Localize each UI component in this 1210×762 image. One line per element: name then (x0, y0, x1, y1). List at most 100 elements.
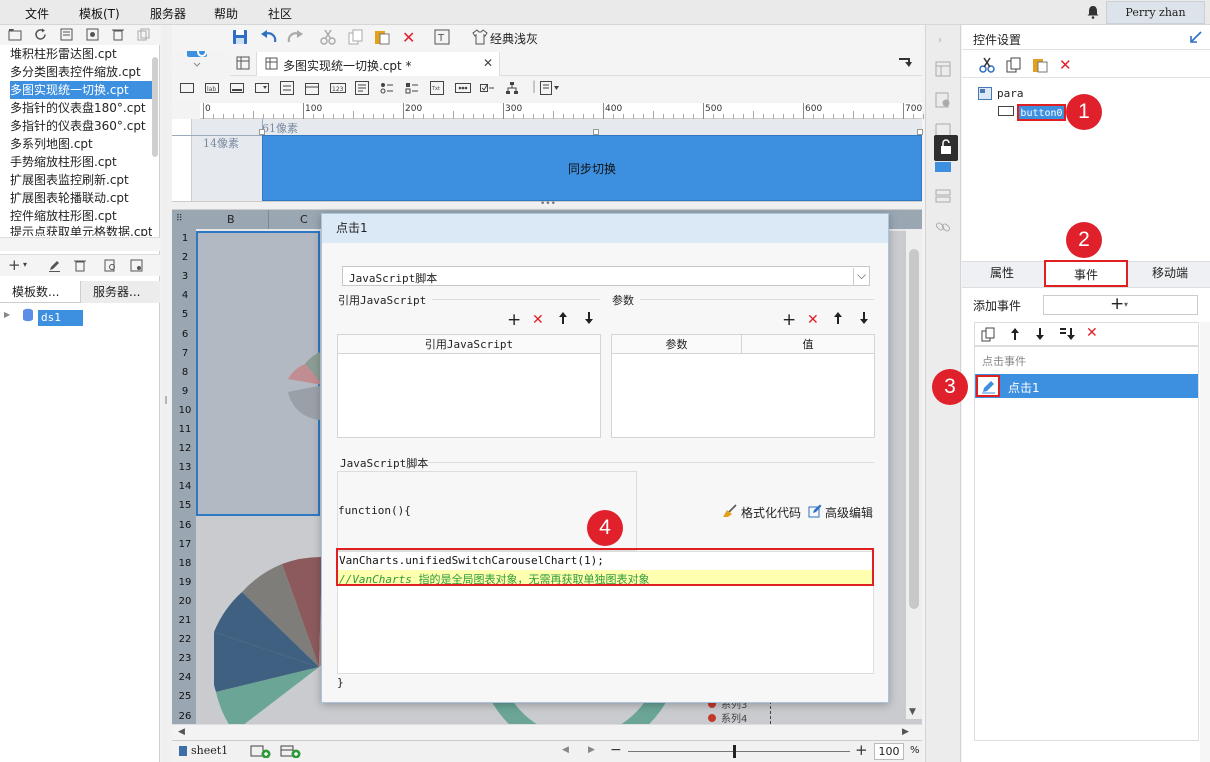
row-header[interactable]: 7 (174, 348, 196, 359)
bell-icon[interactable] (1087, 5, 1099, 19)
edit-event-button[interactable] (976, 375, 1000, 397)
collapse-panel-icon[interactable] (1190, 31, 1202, 43)
new-folder-icon[interactable] (8, 28, 22, 41)
row-header[interactable]: 10 (174, 405, 196, 416)
chevron-down-icon[interactable]: ▾ (23, 261, 27, 269)
open-icon[interactable] (60, 28, 73, 41)
file-item[interactable]: 手势缩放柱形图.cpt (10, 153, 152, 171)
parameter-panel-icon[interactable]: T (434, 29, 450, 45)
widget-list-icon[interactable] (935, 61, 951, 77)
tab-menu-icon[interactable] (898, 57, 912, 69)
row-header[interactable]: 25 (174, 691, 196, 702)
scroll-down-icon[interactable]: ▼ (909, 707, 916, 717)
radio-group-icon[interactable] (380, 81, 394, 95)
settings-icon[interactable] (86, 28, 99, 41)
menu-help[interactable]: 帮助 (214, 5, 238, 22)
datasource-ds1[interactable]: ds1 (38, 310, 83, 326)
widget-settings-active-icon[interactable] (935, 162, 951, 172)
row-header[interactable]: 9 (174, 386, 196, 397)
sheet-vscroll[interactable]: ▼ (906, 229, 922, 719)
row-header[interactable]: 14 (174, 481, 196, 492)
file-item[interactable]: 扩展图表监控刷新.cpt (10, 171, 152, 189)
row-header[interactable]: 12 (174, 443, 196, 454)
tab-server-dataset[interactable]: 服务器... (80, 281, 160, 303)
refresh-icon[interactable] (34, 28, 47, 41)
text-editor-icon[interactable]: Txt (430, 81, 444, 95)
tab-properties[interactable]: 属性 (962, 260, 1042, 287)
menu-community[interactable]: 社区 (268, 5, 292, 22)
select-all-icon[interactable]: ⠿ (176, 214, 183, 224)
date-widget-icon[interactable] (305, 81, 319, 95)
textarea-widget-icon[interactable] (355, 81, 369, 95)
event-up-icon[interactable] (1010, 327, 1020, 341)
event-sort-icon[interactable] (1059, 327, 1075, 341)
event-down-icon[interactable] (1035, 327, 1045, 341)
sheet-hscroll[interactable]: ◀ ▶ (172, 724, 922, 740)
event-type-select[interactable]: JavaScript脚本 ⌵ (342, 266, 870, 286)
zoom-in-icon[interactable]: + (855, 741, 868, 759)
add-js-icon[interactable]: + (507, 310, 521, 330)
tree-node-button0[interactable]: button0 (1017, 104, 1066, 121)
connection-icon[interactable] (130, 259, 143, 272)
row-header[interactable]: 8 (174, 367, 196, 378)
menu-file[interactable]: 文件 (25, 5, 49, 22)
link-icon[interactable] (935, 219, 951, 235)
row-header[interactable]: 21 (174, 615, 196, 626)
add-sheet-icon[interactable] (250, 744, 272, 758)
row-header[interactable]: 16 (174, 520, 196, 531)
row-header[interactable]: 20 (174, 596, 196, 607)
tree-node-para[interactable]: para (997, 87, 1024, 100)
row-header[interactable]: 1 (174, 233, 196, 244)
tab-mobile[interactable]: 移动端 (1130, 260, 1210, 287)
row-header[interactable]: 13 (174, 462, 196, 473)
shirt-style-icon[interactable] (472, 29, 488, 45)
add-icon[interactable]: + (8, 258, 21, 273)
expand-arrow-icon[interactable]: ▶ (4, 310, 10, 319)
file-list-hscroll[interactable] (0, 237, 160, 251)
add-event-dropdown[interactable]: + ▾ (1043, 294, 1198, 315)
row-header[interactable]: 19 (174, 577, 196, 588)
cut-icon[interactable] (320, 29, 336, 45)
delete-icon[interactable] (112, 28, 124, 41)
delete-icon[interactable]: ✕ (402, 28, 415, 47)
button-widget-icon[interactable] (230, 83, 244, 93)
checkbox-group-icon[interactable] (405, 81, 419, 95)
file-item[interactable]: 多指针的仪表盘360°.cpt (10, 117, 152, 135)
edit-icon[interactable] (48, 259, 61, 272)
zoom-slider-thumb[interactable] (733, 745, 736, 758)
move-down-icon[interactable] (584, 311, 594, 325)
format-code-button[interactable]: 格式化代码 (741, 504, 801, 521)
event-list-scrollbar[interactable] (1200, 322, 1210, 762)
save-icon[interactable] (232, 29, 248, 45)
row-header[interactable]: 26 (174, 711, 196, 722)
delete-icon[interactable]: ✕ (1059, 56, 1072, 74)
file-item[interactable]: 控件缩放柱形图.cpt (10, 207, 152, 225)
column-header-c[interactable]: C (300, 213, 308, 226)
param-up-icon[interactable] (833, 311, 843, 325)
broom-icon[interactable] (722, 504, 738, 518)
file-item[interactable]: 提示点获取单元格数据.cpt (10, 224, 152, 236)
row-header[interactable]: 24 (174, 672, 196, 683)
referenced-js-table[interactable]: 引用JavaScript (337, 334, 601, 438)
add-param-icon[interactable]: + (782, 310, 796, 330)
file-item[interactable]: 多分类图表控件缩放.cpt (10, 63, 152, 81)
move-up-icon[interactable] (558, 311, 568, 325)
text-widget-icon[interactable]: lab (205, 83, 219, 93)
row-header[interactable]: 2 (174, 252, 196, 263)
label-widget-icon[interactable] (180, 83, 194, 93)
param-down-icon[interactable] (859, 311, 869, 325)
row-header[interactable]: 11 (174, 424, 196, 435)
copy-disabled-icon[interactable] (137, 28, 150, 41)
close-tab-icon[interactable]: ✕ (483, 56, 493, 70)
file-list-scrollbar[interactable] (152, 57, 158, 157)
menu-template[interactable]: 模板(T) (79, 5, 120, 22)
trash-icon[interactable] (74, 259, 86, 272)
grid-icon[interactable] (236, 56, 250, 70)
next-sheet-icon[interactable]: ▶ (588, 745, 595, 755)
row-header[interactable]: 15 (174, 500, 196, 511)
tree-widget-icon[interactable] (505, 81, 519, 95)
password-widget-icon[interactable] (455, 83, 471, 93)
zoom-value[interactable]: 100 (874, 743, 904, 760)
remove-js-icon[interactable]: ✕ (532, 312, 544, 328)
lock-badge[interactable] (934, 135, 958, 161)
